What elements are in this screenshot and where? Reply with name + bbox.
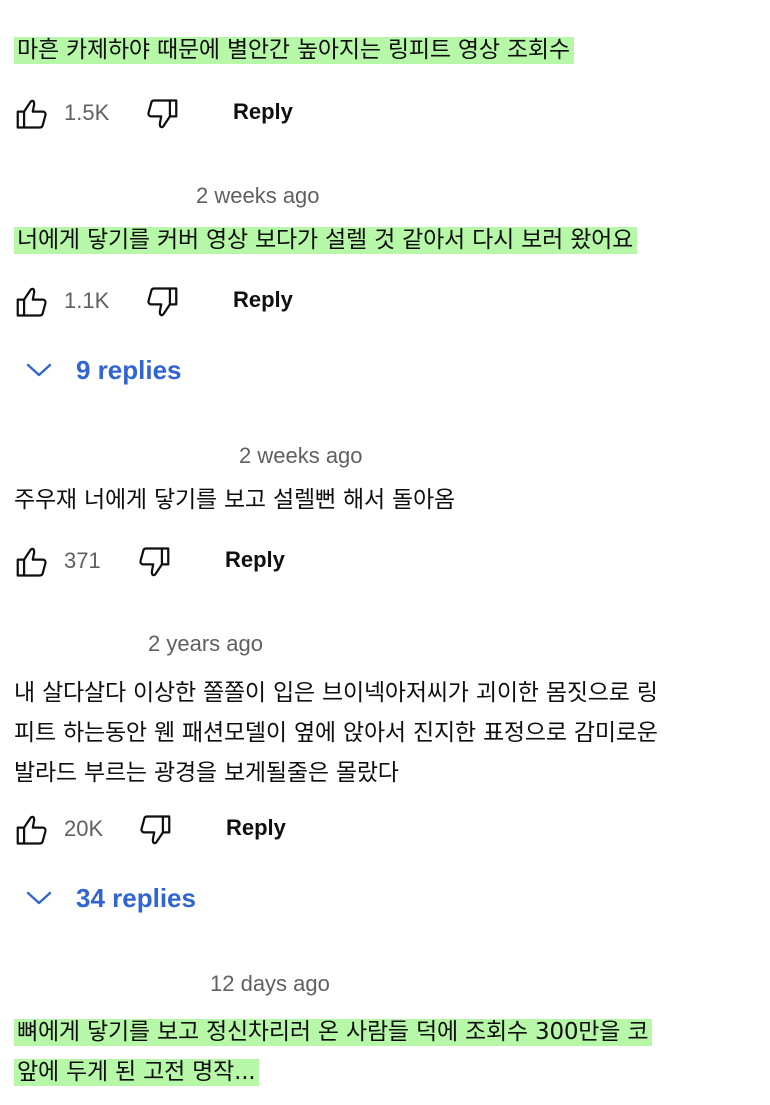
comment-text-line: 피트 하는동안 웬 패션모델이 옆에 앉아서 진지한 표정으로 감미로운 [14, 720, 658, 746]
comment-text-line: 앞에 두게 된 고전 명작... [14, 1059, 260, 1086]
reply-button[interactable]: Reply [225, 547, 285, 573]
reply-button[interactable]: Reply [233, 287, 293, 313]
comment-text-line: 뼈에게 닿기를 보고 정신차리러 온 사람들 덕에 조회수 300만을 코 [14, 1019, 653, 1046]
comment-text: 마흔 카제하야 때문에 별안간 높아지는 링피트 영상 조회수 [14, 34, 574, 67]
like-count: 1.5K [64, 100, 110, 125]
view-replies-button[interactable]: 34 replies [24, 878, 196, 918]
thumbs-up-icon [13, 543, 51, 581]
comment-timestamp[interactable]: 12 days ago [210, 971, 330, 997]
chevron-down-icon [24, 360, 54, 380]
comment-text: 뼈에게 닿기를 보고 정신차리러 온 사람들 덕에 조회수 300만을 코 앞에… [14, 1012, 653, 1092]
dislike-button[interactable] [142, 280, 182, 324]
like-count: 1.1K [64, 288, 110, 313]
replies-count-label: 34 replies [76, 882, 196, 913]
comment-text-line: 마흔 카제하야 때문에 별안간 높아지는 링피트 영상 조회수 [14, 37, 574, 64]
comment-actions: 371 Reply [12, 540, 412, 584]
dislike-button[interactable] [134, 540, 174, 584]
like-button[interactable] [12, 808, 52, 852]
comment-text-line: 내 살다살다 이상한 쫄쫄이 입은 브이넥아저씨가 괴이한 몸짓으로 링 [14, 680, 658, 706]
thumbs-up-icon [13, 95, 51, 133]
comment-text-line: 너에게 닿기를 커버 영상 보다가 설렐 것 같아서 다시 보러 왔어요 [14, 227, 638, 254]
comment-timestamp[interactable]: 2 weeks ago [196, 183, 320, 209]
like-count: 371 [64, 548, 101, 573]
thumbs-down-icon [143, 95, 181, 133]
comment-text-line: 주우재 너에게 닿기를 보고 설렐뻔 해서 돌아옴 [14, 487, 455, 513]
comment-actions: 20K Reply [12, 808, 412, 852]
comment-timestamp[interactable]: 2 weeks ago [239, 443, 363, 469]
reply-button[interactable]: Reply [233, 99, 293, 125]
thumbs-up-icon [13, 811, 51, 849]
thumbs-down-icon [135, 543, 173, 581]
comment-text: 내 살다살다 이상한 쫄쫄이 입은 브이넥아저씨가 괴이한 몸짓으로 링 피트 … [14, 673, 658, 793]
comment-actions: 1.1K Reply [12, 280, 412, 324]
comment-text: 너에게 닿기를 커버 영상 보다가 설렐 것 같아서 다시 보러 왔어요 [14, 224, 638, 257]
dislike-button[interactable] [135, 808, 175, 852]
thumbs-up-icon [13, 283, 51, 321]
like-button[interactable] [12, 280, 52, 324]
comment-timestamp[interactable]: 2 years ago [148, 631, 263, 657]
dislike-button[interactable] [142, 92, 182, 136]
reply-button[interactable]: Reply [226, 815, 286, 841]
replies-count-label: 9 replies [76, 354, 182, 385]
like-button[interactable] [12, 540, 52, 584]
thumbs-down-icon [136, 811, 174, 849]
like-button[interactable] [12, 92, 52, 136]
view-replies-button[interactable]: 9 replies [24, 350, 182, 390]
thumbs-down-icon [143, 283, 181, 321]
like-count: 20K [64, 816, 104, 841]
comment-actions: 1.5K Reply [12, 92, 412, 136]
comment-text-line: 발라드 부르는 광경을 보게될줄은 몰랐다 [14, 760, 399, 786]
chevron-down-icon [24, 888, 54, 908]
comment-text: 주우재 너에게 닿기를 보고 설렐뻔 해서 돌아옴 [14, 484, 455, 517]
